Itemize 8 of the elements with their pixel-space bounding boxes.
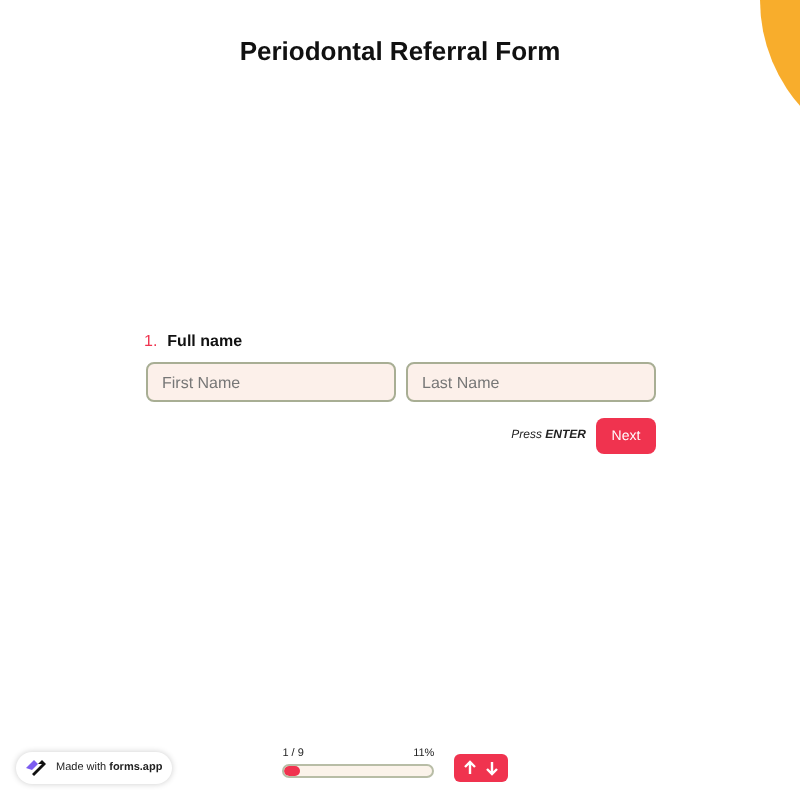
question-number: 1. xyxy=(144,332,158,350)
up-arrow-icon[interactable] xyxy=(462,759,479,775)
text-field[interactable]: Last Name xyxy=(406,362,656,402)
form-title: Periodontal Referral Form xyxy=(237,36,563,66)
question-label: Full name xyxy=(167,332,243,350)
text-field[interactable]: First Name xyxy=(146,362,396,402)
down-arrow-icon[interactable] xyxy=(484,759,501,775)
logo-icon xyxy=(24,757,48,777)
